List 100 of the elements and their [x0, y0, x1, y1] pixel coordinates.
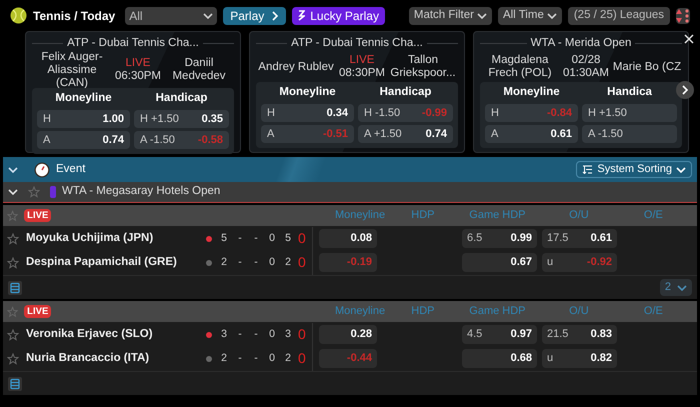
- set-score: 0: [268, 326, 276, 342]
- column-header: Moneyline: [334, 304, 386, 320]
- odds-cell[interactable]: H 0.34: [261, 104, 354, 122]
- market-label: Handicap: [156, 91, 208, 106]
- league-flag-icon: [50, 186, 56, 198]
- sort-icon[interactable]: [676, 8, 690, 24]
- set-score: -: [237, 254, 243, 270]
- match-time: 06:30PM: [114, 70, 162, 84]
- star-icon[interactable]: [7, 210, 18, 222]
- odds-cell[interactable]: 4.5 0.97: [462, 325, 537, 344]
- sport-dropdown[interactable]: All: [125, 6, 218, 24]
- sorting-dropdown[interactable]: System Sorting: [576, 161, 692, 178]
- column-header: O/E: [642, 208, 664, 224]
- filter-dropdown[interactable]: Match Filter: [408, 6, 492, 24]
- odds-cell[interactable]: 0.67: [462, 253, 537, 272]
- tennis-ball-icon: [10, 7, 27, 24]
- odds-cell[interactable]: H +1.50 0.35: [134, 110, 229, 128]
- set-score: 5: [220, 230, 228, 246]
- match-time: 01:30AM: [562, 67, 610, 80]
- game-points: 0: [298, 325, 307, 344]
- chevron-down-icon: [676, 166, 686, 174]
- set-score: -: [237, 350, 243, 366]
- chevron-down-icon: [677, 284, 687, 292]
- odds-cell[interactable]: 17.5 0.61: [542, 229, 617, 248]
- set-score: 0: [268, 350, 276, 366]
- column-header: Moneyline: [334, 208, 386, 224]
- set-score: -: [253, 326, 259, 342]
- set-score: 5: [284, 230, 292, 246]
- lightning-icon: [298, 10, 306, 21]
- odds-cell[interactable]: H +1.50: [582, 104, 677, 122]
- odds-cell[interactable]: A 0.74: [37, 131, 130, 150]
- odds-cell[interactable]: A 0.61: [485, 125, 578, 143]
- team-name: Daniil Medvedev: [171, 57, 227, 84]
- league-header[interactable]: WTA - Megasaray Hotels Open: [3, 182, 697, 203]
- market-label: Moneyline: [54, 91, 113, 106]
- next-arrow-button[interactable]: [676, 81, 694, 99]
- chevron-right-icon: [682, 85, 688, 95]
- market-label: Handicap: [380, 85, 432, 100]
- chevron-right-icon: [272, 10, 280, 20]
- league-name: WTA - Merida Open: [530, 36, 632, 51]
- odds-cell[interactable]: A -0.51: [261, 125, 354, 143]
- team-name: Felix Auger-Aliassime (CAN): [40, 50, 104, 90]
- league-name: ATP - Dubai Tennis Cha...: [291, 36, 423, 51]
- live-badge: LIVE: [24, 209, 52, 222]
- parlay-button[interactable]: Parlay: [223, 6, 286, 24]
- odds-cell[interactable]: H -1.50 -0.99: [358, 104, 453, 122]
- odds-cell[interactable]: u 0.82: [542, 349, 617, 368]
- leagues-button[interactable]: (25 / 25) Leagues: [568, 6, 670, 24]
- set-score: 2: [220, 350, 228, 366]
- market-label: Handica: [607, 85, 652, 100]
- odds-cell[interactable]: A -1.50 -0.58: [134, 131, 229, 150]
- set-score: 0: [268, 254, 276, 270]
- odds-cell[interactable]: 0.28: [319, 325, 377, 344]
- close-icon[interactable]: [684, 34, 694, 44]
- game-points: 0: [298, 253, 307, 272]
- stopwatch-icon: [34, 162, 50, 178]
- game-points: 0: [298, 229, 307, 248]
- team-name: Andrey Rublev: [257, 60, 335, 74]
- match-time: 08:30PM: [338, 67, 386, 80]
- odds-cell[interactable]: A +1.50 0.74: [358, 125, 453, 143]
- star-icon[interactable]: [7, 328, 19, 340]
- list-icon[interactable]: [8, 376, 22, 390]
- set-score: -: [237, 230, 243, 246]
- set-score: 2: [220, 254, 228, 270]
- league-name: ATP - Dubai Tennis Cha...: [67, 36, 199, 51]
- column-header: HDP: [410, 304, 436, 320]
- set-score: 0: [268, 230, 276, 246]
- star-icon[interactable]: [7, 352, 19, 364]
- filter-dropdown[interactable]: All Time: [498, 6, 562, 24]
- match-date: 02/28: [572, 54, 600, 68]
- chevron-down-icon: [546, 12, 557, 20]
- odds-cell[interactable]: 6.5 0.99: [462, 229, 537, 248]
- chevron-down-icon: [476, 12, 487, 20]
- set-score: 3: [284, 326, 292, 342]
- game-points: 0: [298, 349, 307, 368]
- page-title: Tennis / Today: [33, 8, 116, 24]
- column-header: Game HDP: [468, 304, 527, 320]
- star-icon[interactable]: [7, 256, 19, 268]
- odds-cell[interactable]: A -1.50: [582, 125, 677, 143]
- star-icon[interactable]: [7, 306, 18, 318]
- odds-cell[interactable]: u -0.92: [542, 253, 617, 272]
- odds-cell[interactable]: 21.5 0.83: [542, 325, 617, 344]
- player-name: Nuria Brancaccio (ITA): [26, 350, 150, 366]
- column-header: O/U: [568, 208, 590, 224]
- league-name: WTA - Megasaray Hotels Open: [62, 184, 220, 200]
- team-name: Marie Bo (CZ: [612, 60, 682, 74]
- team-name: Magdalena Frech (POL): [487, 54, 553, 80]
- star-icon[interactable]: [28, 186, 40, 198]
- column-header: HDP: [410, 208, 436, 224]
- odds-cell[interactable]: 0.08: [319, 229, 377, 248]
- chevron-down-icon: [8, 166, 18, 174]
- event-label: Event: [56, 162, 86, 177]
- odds-cell[interactable]: 0.68: [462, 349, 537, 368]
- list-icon[interactable]: [8, 280, 22, 294]
- set-score: -: [237, 326, 243, 342]
- odds-cell[interactable]: H -0.84: [485, 104, 578, 122]
- column-header: Game HDP: [468, 208, 527, 224]
- odds-cell[interactable]: H 1.00: [37, 110, 130, 128]
- star-icon[interactable]: [7, 232, 19, 244]
- lucky-parlay-button[interactable]: Lucky Parlay: [292, 6, 385, 24]
